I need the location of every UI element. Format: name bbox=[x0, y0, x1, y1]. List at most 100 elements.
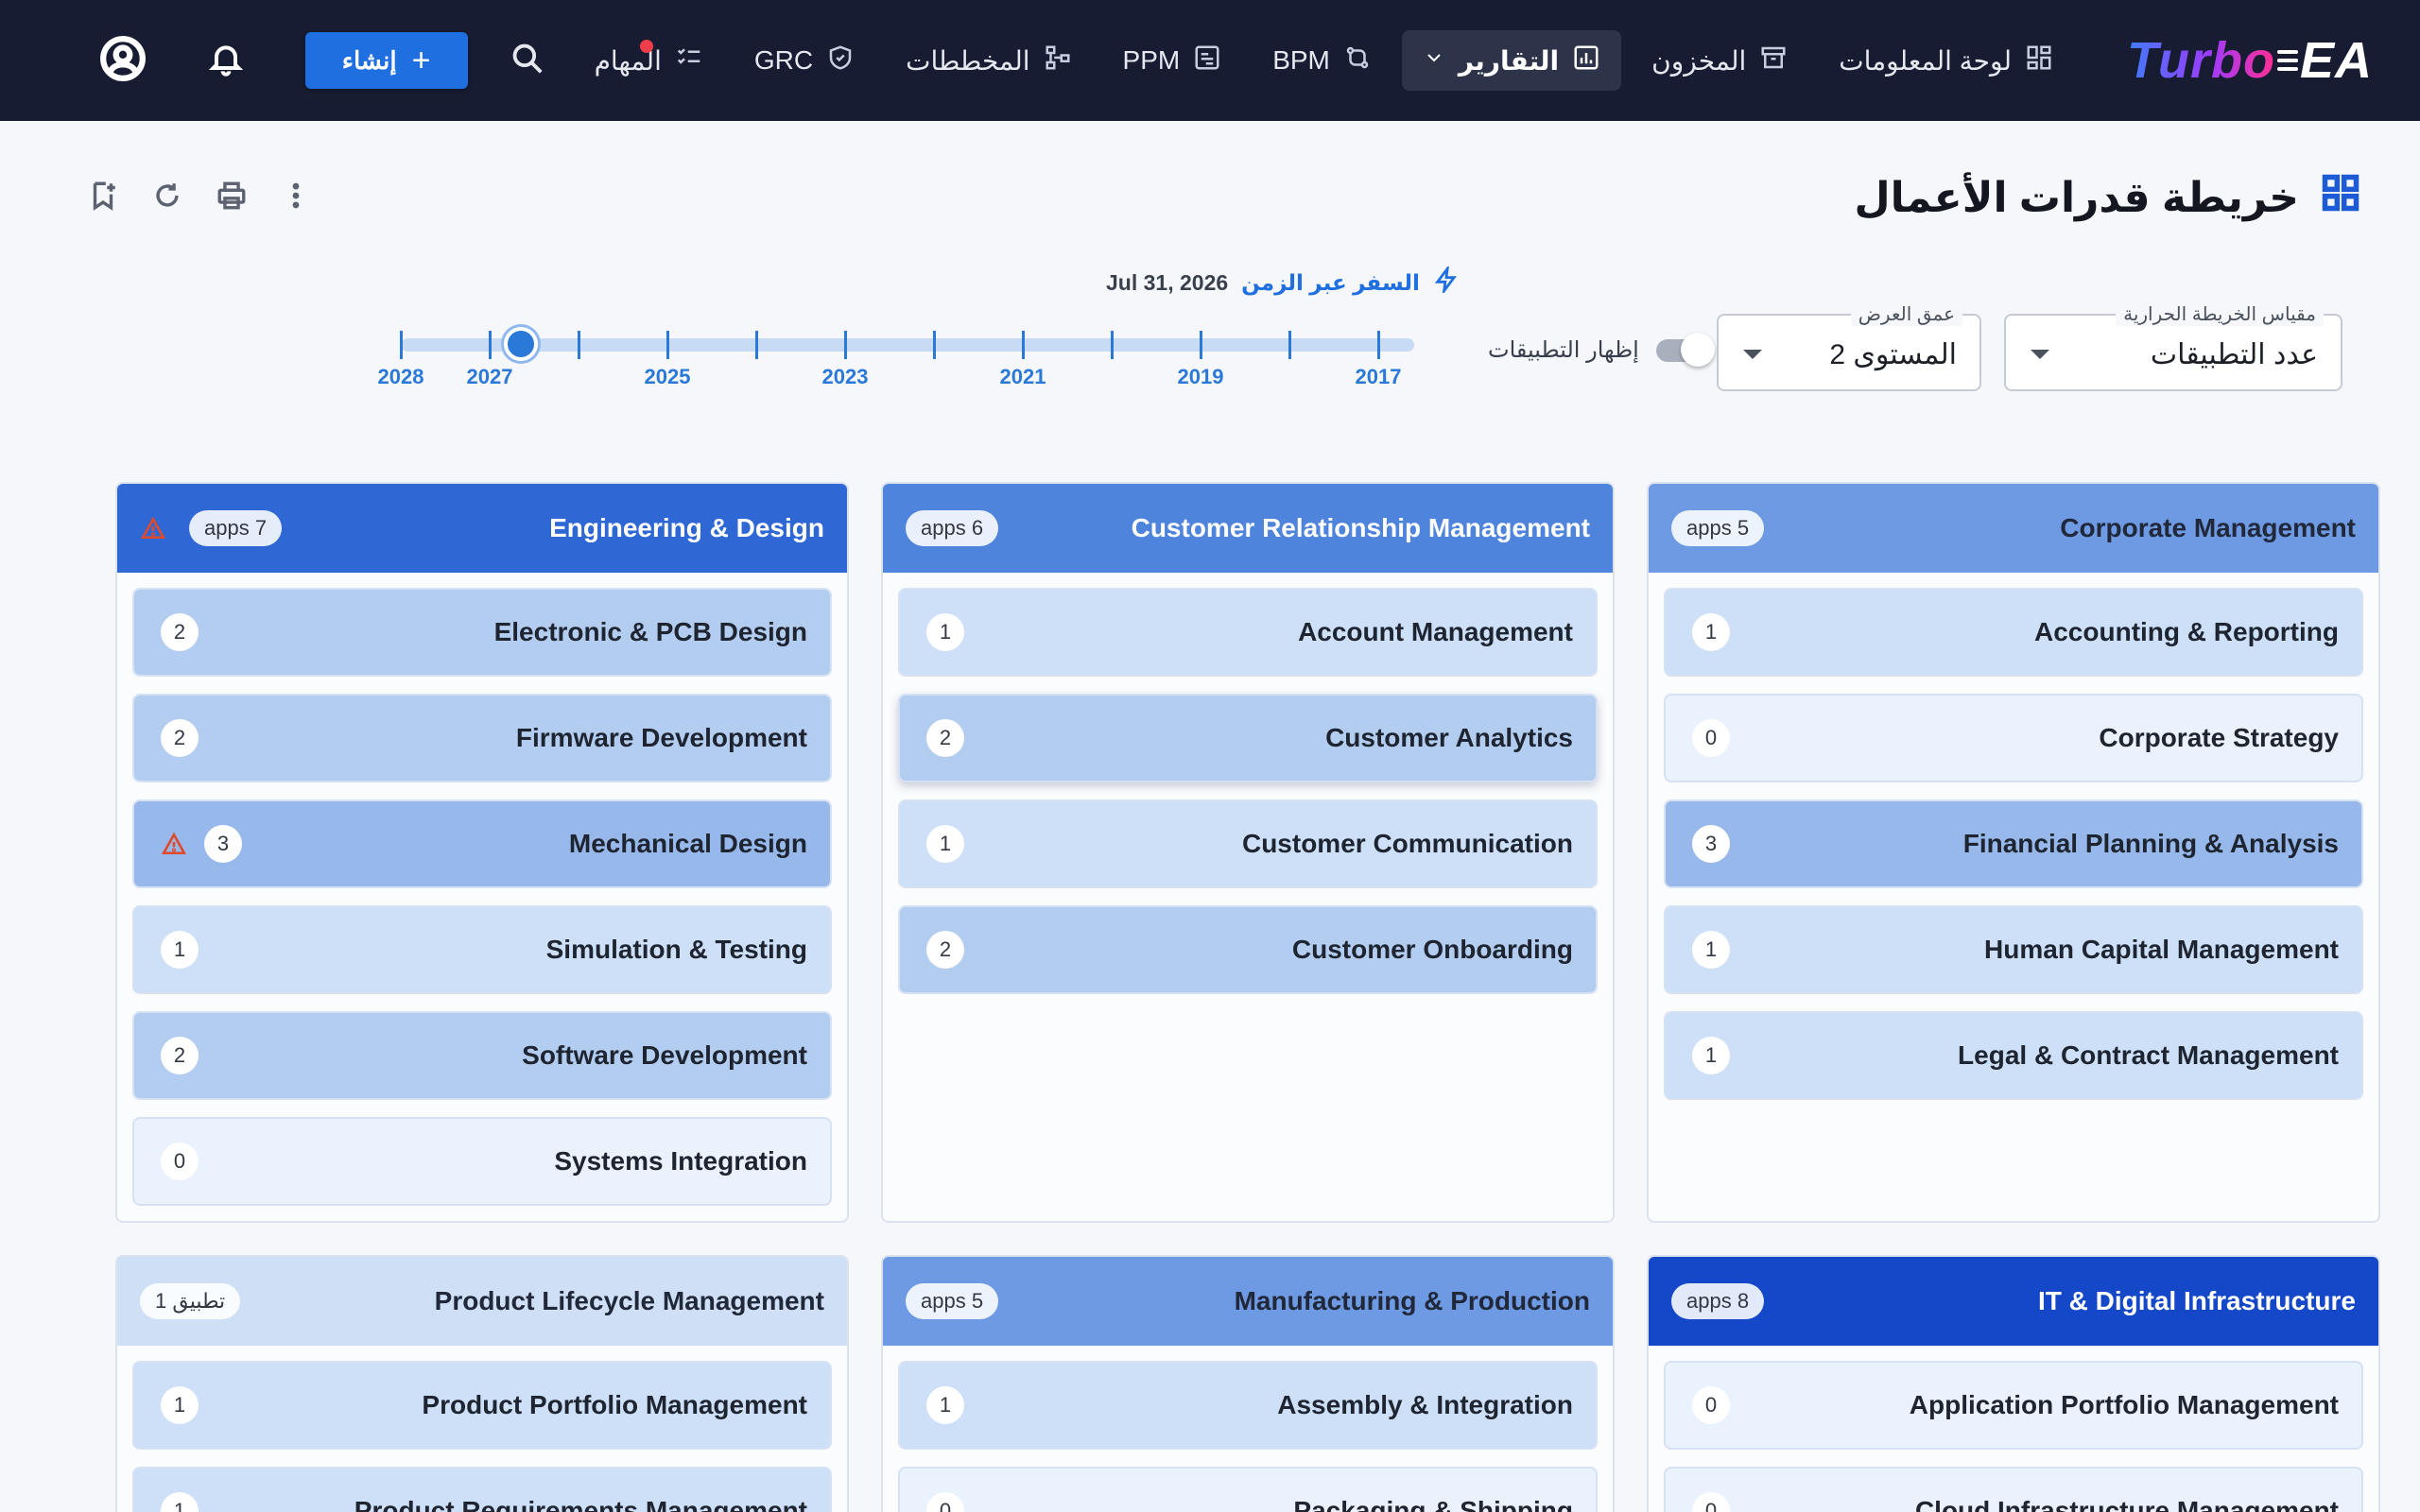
sub-capability-item[interactable]: Human Capital Management 1 bbox=[1664, 905, 2363, 994]
sub-capability-label: Cloud Infrastructure Management bbox=[1914, 1496, 2339, 1512]
capability-card-header[interactable]: Engineering & Design apps 7 bbox=[117, 484, 847, 573]
sub-capability-item[interactable]: Account Management 1 bbox=[898, 588, 1598, 677]
app-count-badge: 1 bbox=[926, 825, 964, 863]
capability-children: Account Management 1 Customer Analytics 2 Cu… bbox=[883, 573, 1613, 1009]
sub-capability-item[interactable]: Assembly & Integration 1 bbox=[898, 1361, 1598, 1450]
sub-capability-meta: 1 bbox=[1692, 1037, 1730, 1074]
sub-capability-item[interactable]: Legal & Contract Management 1 bbox=[1664, 1011, 2363, 1100]
slider-tick bbox=[1200, 331, 1202, 359]
sub-capability-label: Firmware Development bbox=[515, 723, 807, 752]
slider-thumb[interactable] bbox=[504, 327, 539, 361]
sub-capability-item[interactable]: Firmware Development 2 bbox=[132, 694, 832, 782]
more-vertical-icon[interactable] bbox=[280, 180, 312, 216]
capability-card-header[interactable]: Product Lifecycle Management تطبيق 1 bbox=[117, 1257, 847, 1346]
heatmap-select-value: عدد التطبيقات bbox=[2150, 339, 2318, 370]
nav-item-label: GRC bbox=[753, 45, 814, 75]
slider-track[interactable] bbox=[401, 338, 1414, 352]
nav-item-tasks[interactable]: المهام bbox=[574, 30, 724, 91]
heatmap-metric-select[interactable]: مقياس الخريطة الحرارية عدد التطبيقات bbox=[2004, 302, 2342, 391]
sub-capability-item[interactable]: Product Requirements Management 1 bbox=[132, 1467, 832, 1512]
archive-icon bbox=[1759, 43, 1788, 78]
nav-item-reports[interactable]: التقارير bbox=[1401, 30, 1622, 91]
app-count-pill: apps 5 bbox=[1671, 510, 1765, 546]
logo-turbo-text: Turbo bbox=[2127, 32, 2275, 89]
app-count-badge: 3 bbox=[1692, 825, 1730, 863]
depth-select[interactable]: عمق العرض المستوى 2 bbox=[1717, 302, 1981, 391]
notifications-button[interactable] bbox=[207, 40, 245, 82]
toggle-switch[interactable] bbox=[1655, 332, 1715, 367]
app-count-badge: 1 bbox=[161, 931, 199, 969]
search-button[interactable] bbox=[510, 41, 545, 81]
sub-capability-item[interactable]: Cloud Infrastructure Management 0 bbox=[1664, 1467, 2363, 1512]
app-count-badge: 1 bbox=[926, 1386, 964, 1424]
show-apps-toggle[interactable]: إظهار التطبيقات bbox=[1488, 332, 1715, 367]
nav-item-ppm[interactable]: PPM bbox=[1102, 30, 1243, 91]
page-title: خريطة قدرات الأعمال bbox=[1854, 172, 2361, 224]
nav-item-grc[interactable]: GRC bbox=[734, 30, 875, 91]
sub-capability-item[interactable]: Software Development 2 bbox=[132, 1011, 832, 1100]
capability-header-meta: apps 6 bbox=[906, 510, 999, 546]
flow-icon bbox=[1343, 43, 1372, 78]
top-navbar: Turbo EA لوحة المعلومات المخزون التقارير bbox=[0, 0, 2420, 121]
sub-capability-item[interactable]: Simulation & Testing 1 bbox=[132, 905, 832, 994]
slider-tick bbox=[666, 331, 669, 359]
sub-capability-label: Corporate Strategy bbox=[2099, 723, 2339, 752]
sub-capability-item[interactable]: Customer Onboarding 2 bbox=[898, 905, 1598, 994]
capability-children: Electronic & PCB Design 2 Firmware Develop… bbox=[117, 573, 847, 1221]
sub-capability-item[interactable]: Customer Communication 1 bbox=[898, 799, 1598, 888]
logo-lines bbox=[2276, 45, 2298, 76]
heatmap-select-label: مقياس الخريطة الحرارية bbox=[2116, 302, 2324, 326]
create-button[interactable]: + إنشاء bbox=[304, 32, 468, 89]
nav-item-diagrams[interactable]: المخططات bbox=[885, 30, 1092, 91]
capability-card-header[interactable]: Customer Relationship Management apps 6 bbox=[883, 484, 1613, 573]
print-icon[interactable] bbox=[216, 180, 248, 216]
app-count-badge: 2 bbox=[926, 719, 964, 757]
bookmark-add-icon[interactable] bbox=[87, 180, 119, 216]
nav-item-bpm[interactable]: BPM bbox=[1252, 30, 1392, 91]
create-button-label: إنشاء bbox=[341, 45, 397, 75]
sub-capability-item[interactable]: Product Portfolio Management 1 bbox=[132, 1361, 832, 1450]
sub-capability-item[interactable]: Corporate Strategy 0 bbox=[1664, 694, 2363, 782]
sub-capability-item[interactable]: Financial Planning & Analysis 3 bbox=[1664, 799, 2363, 888]
capability-card-header[interactable]: IT & Digital Infrastructure apps 8 bbox=[1649, 1257, 2378, 1346]
sub-capability-item[interactable]: Mechanical Design 3 bbox=[132, 799, 832, 888]
sub-capability-item[interactable]: Packaging & Shipping 0 bbox=[898, 1467, 1598, 1512]
capability-card: Product Lifecycle Management تطبيق 1 Produ… bbox=[115, 1255, 849, 1512]
nav-item-inventory[interactable]: المخزون bbox=[1631, 30, 1808, 91]
sub-capability-meta: 1 bbox=[926, 613, 964, 651]
depth-select-label: عمق العرض bbox=[1850, 302, 1962, 326]
nav-item-dashboard[interactable]: لوحة المعلومات bbox=[1818, 30, 2074, 91]
sub-capability-item[interactable]: Application Portfolio Management 0 bbox=[1664, 1361, 2363, 1450]
refresh-icon[interactable] bbox=[151, 180, 183, 216]
dropdown-arrow-icon bbox=[2031, 350, 2049, 359]
sub-capability-label: Customer Communication bbox=[1241, 829, 1573, 858]
app-count-badge: 0 bbox=[1692, 719, 1730, 757]
nav-item-label: لوحة المعلومات bbox=[1839, 45, 2012, 76]
user-avatar-button[interactable] bbox=[99, 35, 147, 87]
sub-capability-meta: 1 bbox=[161, 1492, 199, 1512]
time-travel-date: Jul 31, 2026 bbox=[1106, 269, 1229, 295]
sub-capability-item[interactable]: Electronic & PCB Design 2 bbox=[132, 588, 832, 677]
sub-capability-item[interactable]: Systems Integration 0 bbox=[132, 1117, 832, 1206]
sub-capability-label: Customer Onboarding bbox=[1291, 935, 1573, 964]
sub-capability-meta: 3 bbox=[1692, 825, 1730, 863]
turboea-logo[interactable]: Turbo EA bbox=[2127, 31, 2373, 90]
capability-header-meta: apps 7 bbox=[140, 510, 283, 546]
lightning-icon bbox=[1433, 264, 1460, 299]
sub-capability-meta: 1 bbox=[926, 825, 964, 863]
capability-title: Customer Relationship Management bbox=[1131, 513, 1590, 542]
dropdown-arrow-icon bbox=[1743, 350, 1762, 359]
capability-card-header[interactable]: Corporate Management apps 5 bbox=[1649, 484, 2378, 573]
capability-card-header[interactable]: Manufacturing & Production apps 5 bbox=[883, 1257, 1613, 1346]
capability-header-meta: apps 5 bbox=[906, 1283, 999, 1319]
toggle-knob[interactable] bbox=[1680, 332, 1715, 367]
sub-capability-item[interactable]: Accounting & Reporting 1 bbox=[1664, 588, 2363, 677]
app-count-pill: تطبيق 1 bbox=[140, 1283, 241, 1319]
app-count-badge: 0 bbox=[1692, 1386, 1730, 1424]
app-count-badge: 1 bbox=[1692, 931, 1730, 969]
capability-children: Accounting & Reporting 1 Corporate Strateg… bbox=[1649, 573, 2378, 1115]
sub-capability-item[interactable]: Customer Analytics 2 bbox=[898, 694, 1598, 782]
capability-grid: Corporate Management apps 5 Accounting & R… bbox=[36, 482, 2380, 1512]
time-travel-slider[interactable]: 2028 2027 2025 2023 2021 2019 2017 bbox=[374, 319, 1414, 395]
sub-capability-label: Mechanical Design bbox=[568, 829, 807, 858]
